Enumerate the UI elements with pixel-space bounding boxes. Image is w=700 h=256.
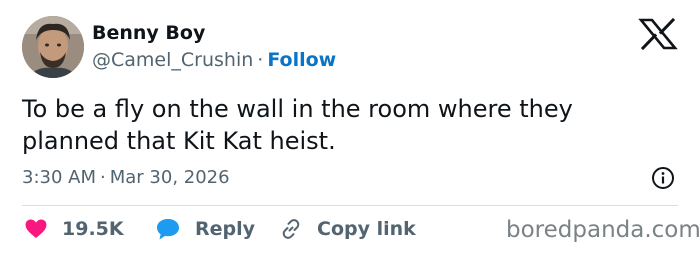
divider [22,205,678,206]
tweet-date: Mar 30, 2026 [109,167,230,188]
like-count: 19.5K [62,218,124,240]
tweet-text: To be a fly on the wall in the room wher… [22,95,573,155]
avatar-photo [22,16,84,78]
watermark: boredpanda.com [506,217,700,243]
x-logo-icon[interactable] [637,17,679,51]
info-icon[interactable] [651,166,675,190]
reply-label: Reply [195,218,256,240]
author-name[interactable]: Benny Boy [92,22,205,44]
copy-link-label: Copy link [317,218,416,240]
like-button[interactable]: 19.5K [24,215,124,243]
avatar[interactable] [22,16,84,78]
tweet-card: Benny Boy @Camel_Crushin · Follow To be a … [0,0,700,256]
tweet-time: 3:30 AM [22,167,96,188]
copy-link-button[interactable]: Copy link [279,215,416,243]
timestamp-separator: · [100,167,106,188]
heart-icon [25,219,47,238]
timestamp[interactable]: 3:30 AM · Mar 30, 2026 [22,167,230,188]
follow-button[interactable]: Follow [267,49,336,71]
author-handle[interactable]: @Camel_Crushin [92,49,253,71]
speech-bubble-icon [157,219,179,240]
author-meta-row: @Camel_Crushin · Follow [92,49,336,71]
reply-button[interactable]: Reply [155,215,255,243]
handle-separator: · [257,49,264,71]
link-icon [282,219,300,239]
